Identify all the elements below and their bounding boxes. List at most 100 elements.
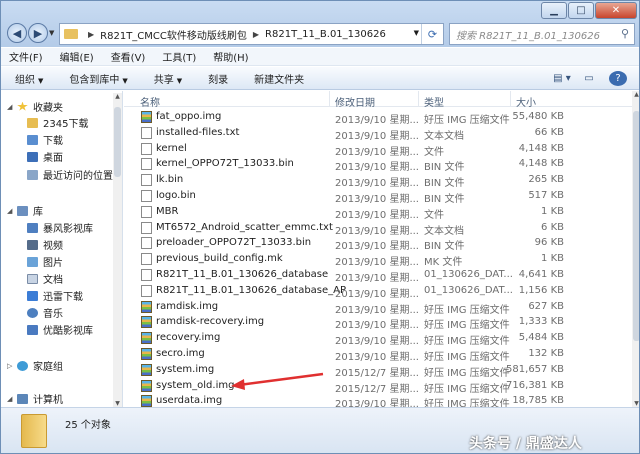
menu-edit[interactable]: 编辑(E)	[60, 49, 94, 64]
file-date: 2013/9/10 星期...	[335, 320, 419, 332]
file-list-scrollbar[interactable]: ▲ ▼	[632, 91, 639, 407]
table-row[interactable]: MT6572_Android_scatter_emmc.txt 2013/9/10…	[124, 220, 632, 237]
table-row[interactable]: ramdisk.img 2013/9/10 星期... 好压 IMG 压缩文件 627…	[124, 299, 632, 316]
column-header-date[interactable]: 修改日期	[335, 94, 375, 109]
refresh-button[interactable]: ⟳	[421, 24, 443, 44]
sidebar-item-pictures[interactable]: 图片	[27, 254, 63, 269]
file-name[interactable]: kernel	[156, 143, 187, 154]
sidebar-item-libraries[interactable]: ◢ 库	[7, 203, 43, 218]
scroll-up-icon[interactable]: ▲	[113, 93, 122, 100]
file-name[interactable]: preloader_OPPO72T_13033.bin	[156, 237, 311, 248]
file-name[interactable]: R821T_11_B.01_130626_database_AP	[156, 285, 346, 296]
scrollbar-thumb[interactable]	[114, 107, 121, 177]
file-name[interactable]: secro.img	[156, 348, 205, 359]
table-row[interactable]: preloader_OPPO72T_13033.bin 2013/9/10 星期.…	[124, 235, 632, 252]
expand-icon[interactable]: ◢	[7, 207, 17, 215]
file-name[interactable]: system.img	[156, 364, 214, 375]
scroll-down-icon[interactable]: ▼	[113, 400, 122, 407]
expand-icon[interactable]: ◢	[7, 103, 17, 111]
table-row[interactable]: installed-files.txt 2013/9/10 星期... 文本文档 66…	[124, 125, 632, 142]
file-name[interactable]: fat_oppo.img	[156, 111, 221, 122]
search-input[interactable]: 搜索 R821T_11_B.01_130626 ⚲	[449, 23, 635, 45]
address-bar[interactable]: ▶ R821T_CMCC软件移动版线刷包 ▶ R821T_11_B.01_130…	[59, 23, 444, 45]
sidebar-item-homegroup[interactable]: ▷ 家庭组	[7, 358, 63, 373]
sidebar-item-downloads[interactable]: 下载	[27, 132, 63, 147]
sidebar-item-baofeng-library[interactable]: 暴风影视库	[27, 220, 93, 235]
table-row[interactable]: kernel 2013/9/10 星期... 文件 4,148 KB	[124, 141, 632, 158]
share-button[interactable]: 共享 ▼	[154, 71, 182, 86]
file-name[interactable]: ramdisk.img	[156, 301, 218, 312]
back-button[interactable]: ◀	[7, 23, 27, 43]
recent-pages-dropdown[interactable]: ▼	[49, 29, 54, 37]
minimize-button[interactable]: ▁	[541, 2, 567, 19]
maximize-button[interactable]: □	[568, 2, 594, 19]
burn-button[interactable]: 刻录	[208, 71, 228, 86]
close-button[interactable]: ✕	[595, 2, 637, 19]
file-name[interactable]: lk.bin	[156, 174, 183, 185]
chevron-right-icon[interactable]: ▶	[88, 30, 94, 39]
table-row[interactable]: recovery.img 2013/9/10 星期... 好压 IMG 压缩文件 5,…	[124, 330, 632, 347]
table-row[interactable]: kernel_OPPO72T_13033.bin 2013/9/10 星期... B…	[124, 156, 632, 173]
breadcrumb-segment[interactable]: R821T_11_B.01_130626	[265, 29, 386, 40]
sidebar-item-desktop[interactable]: 桌面	[27, 149, 63, 164]
file-name[interactable]: previous_build_config.mk	[156, 253, 283, 264]
scroll-down-icon[interactable]: ▼	[632, 400, 639, 407]
scroll-up-icon[interactable]: ▲	[632, 91, 639, 98]
sidebar-item-2345-download[interactable]: 2345下载	[27, 115, 88, 130]
sidebar-item-documents[interactable]: 文档	[27, 271, 63, 286]
file-name[interactable]: MBR	[156, 206, 178, 217]
column-divider[interactable]	[510, 91, 511, 107]
table-row[interactable]: previous_build_config.mk 2013/9/10 星期... M…	[124, 251, 632, 268]
file-name[interactable]: logo.bin	[156, 190, 196, 201]
sidebar-item-recent-places[interactable]: 最近访问的位置	[27, 167, 113, 182]
file-name[interactable]: system_old.img	[156, 380, 234, 391]
sidebar-item-videos[interactable]: 视频	[27, 237, 63, 252]
sidebar-item-thunder-download[interactable]: 迅雷下载	[27, 288, 83, 303]
file-name[interactable]: ramdisk-recovery.img	[156, 316, 264, 327]
file-name[interactable]: kernel_OPPO72T_13033.bin	[156, 158, 294, 169]
scrollbar-thumb[interactable]	[633, 111, 639, 341]
table-row[interactable]: ramdisk-recovery.img 2013/9/10 星期... 好压 IM…	[124, 314, 632, 332]
table-row[interactable]: secro.img 2013/9/10 星期... 好压 IMG 压缩文件 132 K…	[124, 346, 632, 363]
column-header-name[interactable]: 名称	[140, 94, 160, 109]
sidebar-item-computer[interactable]: ◢ 计算机	[7, 391, 63, 406]
navigation-scrollbar[interactable]: ▲ ▼	[113, 93, 122, 407]
expand-icon[interactable]: ◢	[7, 395, 17, 403]
view-options-button[interactable]: ▤ ▾	[549, 70, 575, 87]
table-row[interactable]: lk.bin 2013/9/10 星期... BIN 文件 265 KB	[124, 172, 632, 189]
column-divider[interactable]	[329, 91, 330, 107]
menu-help[interactable]: 帮助(H)	[213, 49, 248, 64]
file-name[interactable]: recovery.img	[156, 332, 220, 343]
chevron-right-icon[interactable]: ▶	[253, 30, 259, 39]
file-name[interactable]: userdata.img	[156, 395, 222, 406]
table-row[interactable]: system.img 2015/12/7 星期... 好压 IMG 压缩文件 581,…	[124, 362, 632, 379]
table-row[interactable]: userdata.img 2013/9/10 星期... 好压 IMG 压缩文件 18…	[124, 393, 632, 407]
menu-file[interactable]: 文件(F)	[9, 49, 43, 64]
table-row[interactable]: R821T_11_B.01_130626_database 2013/9/10 星…	[124, 267, 632, 284]
sidebar-item-music[interactable]: 音乐	[27, 305, 63, 320]
column-header-size[interactable]: 大小	[516, 94, 536, 109]
include-in-library-button[interactable]: 包含到库中 ▼	[69, 71, 127, 86]
expand-icon[interactable]: ▷	[7, 362, 17, 370]
sidebar-item-youku-library[interactable]: 优酷影视库	[27, 322, 93, 337]
breadcrumb-segment[interactable]: R821T_CMCC软件移动版线刷包	[100, 27, 247, 42]
table-row[interactable]: R821T_11_B.01_130626_database_AP 2013/9/1…	[124, 283, 632, 300]
table-row[interactable]: MBR 2013/9/10 星期... 文件 1 KB	[124, 204, 632, 221]
forward-button[interactable]: ▶	[28, 23, 48, 43]
file-name[interactable]: installed-files.txt	[156, 127, 239, 138]
table-row[interactable]: system_old.img 2015/12/7 星期... 好压 IMG 压缩文件…	[124, 378, 632, 395]
table-row[interactable]: logo.bin 2013/9/10 星期... BIN 文件 517 KB	[124, 188, 632, 205]
organize-button[interactable]: 组织 ▼	[15, 71, 43, 86]
file-name[interactable]: R821T_11_B.01_130626_database	[156, 269, 328, 280]
menu-view[interactable]: 查看(V)	[111, 49, 146, 64]
column-divider[interactable]	[418, 91, 419, 107]
file-name[interactable]: MT6572_Android_scatter_emmc.txt	[156, 222, 333, 233]
sidebar-item-favorites[interactable]: ◢ 收藏夹	[7, 99, 63, 114]
table-row[interactable]: fat_oppo.img 2013/9/10 星期... 好压 IMG 压缩文件 55…	[124, 109, 632, 126]
menu-tools[interactable]: 工具(T)	[162, 49, 196, 64]
address-dropdown-icon[interactable]: ▼	[414, 29, 419, 37]
new-folder-button[interactable]: 新建文件夹	[254, 71, 304, 86]
preview-pane-button[interactable]: ▭	[581, 70, 597, 87]
help-button[interactable]: ?	[609, 71, 627, 86]
column-header-type[interactable]: 类型	[424, 94, 444, 109]
